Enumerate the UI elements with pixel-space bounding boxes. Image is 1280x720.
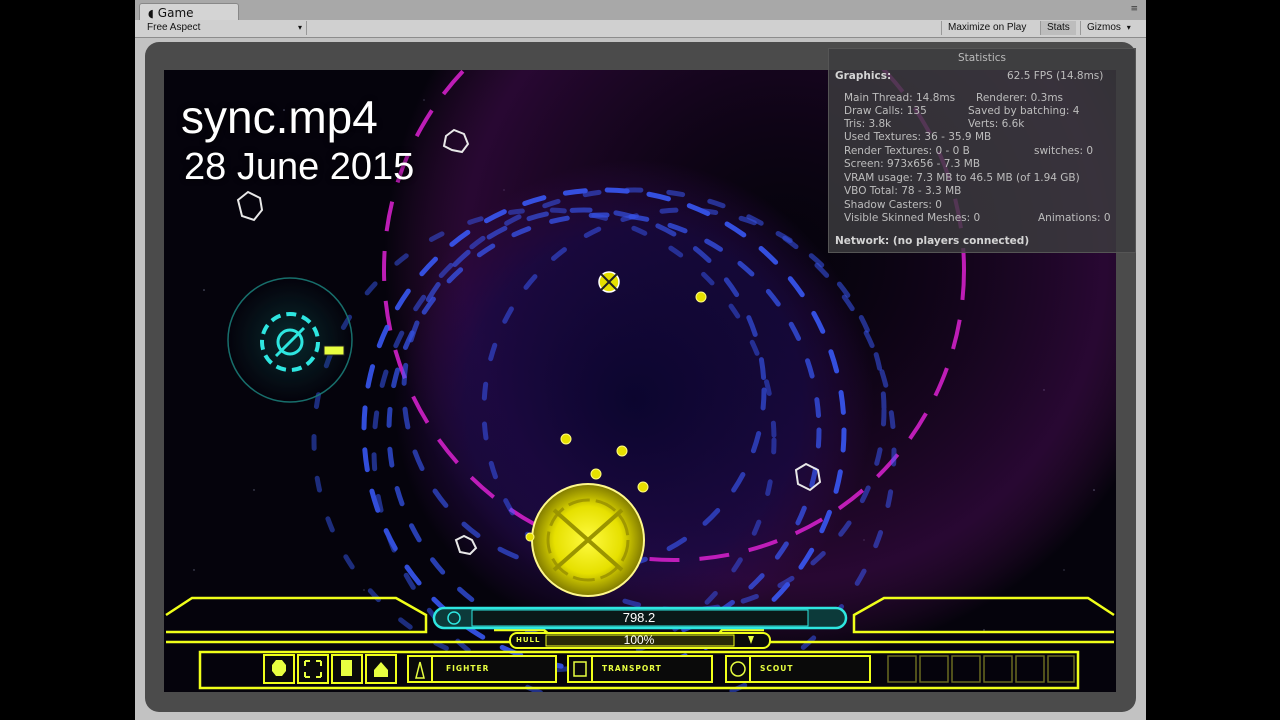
chevron-down-icon: ▾ <box>297 23 302 32</box>
statistics-panel: Statistics Graphics: 62.5 FPS (14.8ms) M… <box>828 48 1136 253</box>
gizmos-dropdown[interactable]: Gizmos ▾ <box>1080 21 1137 35</box>
fps-readout: 62.5 FPS (14.8ms) <box>1007 70 1104 82</box>
aspect-label: Free Aspect <box>147 22 201 33</box>
filename-caption: sync.mp4 <box>181 91 378 143</box>
empty-slots <box>887 655 1075 683</box>
visible-skinned-meshes: Visible Skinned Meshes: 0 <box>844 212 981 224</box>
tab-game-label: Game <box>157 6 194 20</box>
vram-usage: VRAM usage: 7.3 MB to 46.5 MB (of 1.94 G… <box>844 172 1080 184</box>
used-textures: Used Textures: 36 - 35.9 MB <box>844 131 992 143</box>
aspect-dropdown[interactable]: Free Aspect ▾ <box>137 21 307 35</box>
statistics-title: Statistics <box>958 52 1006 64</box>
main-thread: Main Thread: 14.8ms <box>844 92 956 104</box>
vbo-total: VBO Total: 78 - 3.3 MB <box>844 185 962 197</box>
transport-button[interactable]: TRANSPORT <box>602 664 662 673</box>
maximize-on-play-button[interactable]: Maximize on Play <box>941 21 1032 35</box>
animations: Animations: 0 <box>1038 212 1111 224</box>
renderer: Renderer: 0.3ms <box>976 92 1064 104</box>
hull-value: 100% <box>623 633 655 647</box>
tab-menu-icon[interactable]: ≡ <box>1130 4 1138 14</box>
fuel-icon <box>341 660 352 676</box>
tris: Tris: 3.8k <box>844 118 892 130</box>
tab-bar: ◖ Game ≡ <box>135 0 1146 22</box>
saved-by-batching: Saved by batching: 4 <box>968 105 1080 117</box>
render-textures: Render Textures: 0 - 0 B <box>844 145 970 157</box>
verts: Verts: 6.6k <box>968 118 1025 130</box>
chevron-down-icon: ▾ <box>1126 23 1131 32</box>
shadow-casters: Shadow Casters: 0 <box>844 199 942 211</box>
graphics-label: Graphics: <box>835 70 892 82</box>
hull-label: HULL <box>516 636 541 644</box>
screen: Screen: 973x656 - 7.3 MB <box>844 158 981 170</box>
scout-button[interactable]: SCOUT <box>760 664 794 673</box>
stop-icon <box>272 660 286 676</box>
gizmos-label: Gizmos <box>1087 22 1121 33</box>
draw-calls: Draw Calls: 135 <box>844 105 927 117</box>
network-status: Network: (no players connected) <box>835 235 1030 247</box>
resource-value: 798.2 <box>622 610 656 625</box>
date-caption: 28 June 2015 <box>184 146 415 188</box>
fighter-button[interactable]: FIGHTER <box>446 664 489 673</box>
stats-button[interactable]: Stats <box>1040 21 1076 35</box>
switches: switches: 0 <box>1034 145 1094 157</box>
game-toolbar: Free Aspect ▾ Maximize on Play Stats Giz… <box>135 20 1146 38</box>
